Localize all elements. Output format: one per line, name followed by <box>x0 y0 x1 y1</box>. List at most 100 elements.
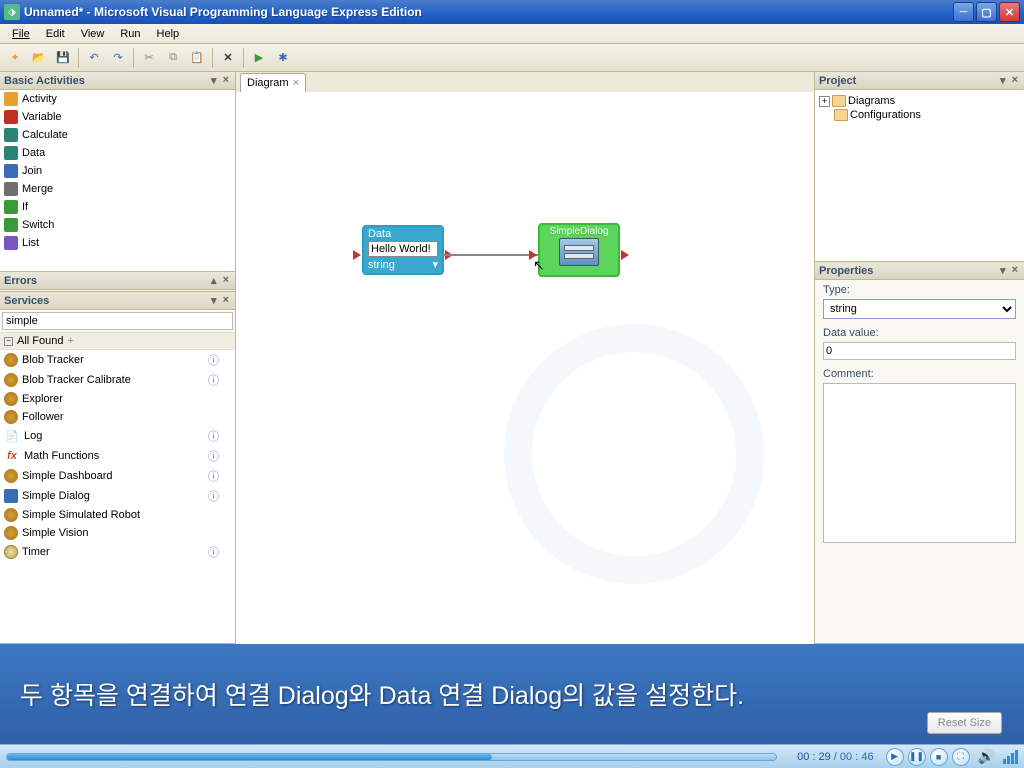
type-select[interactable]: string <box>823 299 1016 319</box>
info-icon[interactable]: ⓘ <box>208 352 219 368</box>
connection-line[interactable] <box>442 254 540 256</box>
data-type-label[interactable]: string▾ <box>364 257 442 272</box>
activity-item[interactable]: If <box>0 198 235 216</box>
volume-bars[interactable] <box>1003 750 1018 764</box>
copy-button[interactable]: ⧉ <box>162 47 184 69</box>
simple-dialog-node[interactable]: SimpleDialog <box>538 223 620 277</box>
panel-close-icon[interactable]: × <box>221 274 231 287</box>
basic-activities-header: Basic Activities ▾ × <box>0 72 235 90</box>
diagram-canvas[interactable]: Data string▾ SimpleDialog ↖ <box>236 92 814 644</box>
activity-icon <box>4 92 18 106</box>
menu-run[interactable]: Run <box>112 26 148 42</box>
window-title: Unnamed* - Microsoft Visual Programming … <box>24 5 953 19</box>
tree-item-configurations[interactable]: Configurations <box>819 108 1020 122</box>
paste-button[interactable]: 📋 <box>186 47 208 69</box>
activity-item[interactable]: Merge <box>0 180 235 198</box>
service-item[interactable]: Timerⓘ <box>0 542 235 562</box>
service-item[interactable]: Simple Vision <box>0 524 235 542</box>
service-item[interactable]: fxMath Functionsⓘ <box>0 446 235 466</box>
info-icon[interactable]: ⓘ <box>208 488 219 504</box>
service-item[interactable]: Blob Tracker Calibrateⓘ <box>0 370 235 390</box>
info-icon[interactable]: ⓘ <box>208 468 219 484</box>
panel-dropdown-icon[interactable]: ▾ <box>998 74 1008 87</box>
folder-icon <box>834 109 848 121</box>
port-out-icon[interactable] <box>621 250 629 260</box>
timer-icon <box>4 545 18 559</box>
menu-view[interactable]: View <box>73 26 113 42</box>
menu-help[interactable]: Help <box>149 26 188 42</box>
stop-button[interactable]: ■ <box>930 748 948 766</box>
new-button[interactable]: ✦ <box>4 47 26 69</box>
panel-close-icon[interactable]: × <box>1010 264 1020 277</box>
save-button[interactable]: 💾 <box>52 47 74 69</box>
gear-icon <box>4 508 18 522</box>
info-icon[interactable]: ⓘ <box>208 372 219 388</box>
progress-bar[interactable] <box>6 753 777 761</box>
datavalue-input[interactable] <box>823 342 1016 360</box>
fullscreen-button[interactable]: ⛶ <box>952 748 970 766</box>
activity-item[interactable]: List <box>0 234 235 252</box>
panel-dropdown-icon[interactable]: ▴ <box>209 274 219 287</box>
panel-close-icon[interactable]: × <box>221 294 231 307</box>
comment-textarea[interactable] <box>823 383 1016 543</box>
activity-item[interactable]: Data <box>0 144 235 162</box>
debug-button[interactable]: ✱ <box>272 47 294 69</box>
data-node[interactable]: Data string▾ <box>362 225 444 275</box>
services-header: Services ▾× <box>0 292 235 310</box>
activity-item[interactable]: Switch <box>0 216 235 234</box>
maximize-button[interactable]: ▢ <box>976 2 997 22</box>
services-group-header[interactable]: − All Found + <box>0 333 235 350</box>
log-icon: 📄 <box>4 428 20 444</box>
info-icon[interactable]: ⓘ <box>208 428 219 444</box>
tree-item-diagrams[interactable]: + Diagrams <box>819 94 1020 108</box>
delete-button[interactable]: ✕ <box>217 47 239 69</box>
redo-button[interactable]: ↷ <box>107 47 129 69</box>
info-icon[interactable]: ⓘ <box>208 448 219 464</box>
close-button[interactable]: ✕ <box>999 2 1020 22</box>
panel-close-icon[interactable]: × <box>1010 74 1020 87</box>
activity-item[interactable]: Variable <box>0 108 235 126</box>
minimize-button[interactable]: ─ <box>953 2 974 22</box>
service-item[interactable]: 📄Logⓘ <box>0 426 235 446</box>
expander-icon[interactable]: + <box>819 96 830 107</box>
chevron-down-icon: ▾ <box>432 258 438 271</box>
open-button[interactable]: 📂 <box>28 47 50 69</box>
run-button[interactable]: ▶ <box>248 47 270 69</box>
menu-file[interactable]: File <box>4 26 38 42</box>
panel-close-icon[interactable]: × <box>221 74 231 87</box>
tab-diagram[interactable]: Diagram × <box>240 73 306 92</box>
service-item[interactable]: Blob Trackerⓘ <box>0 350 235 370</box>
tab-close-icon[interactable]: × <box>293 77 299 89</box>
cut-button[interactable]: ✂ <box>138 47 160 69</box>
undo-button[interactable]: ↶ <box>83 47 105 69</box>
comment-label: Comment: <box>823 368 1016 380</box>
service-item[interactable]: Explorer <box>0 390 235 408</box>
activity-item[interactable]: Calculate <box>0 126 235 144</box>
service-item[interactable]: Simple Dialogⓘ <box>0 486 235 506</box>
project-tree: + Diagrams Configurations <box>815 90 1024 261</box>
join-icon <box>4 164 18 178</box>
info-icon[interactable]: ⓘ <box>208 544 219 560</box>
folder-icon <box>832 95 846 107</box>
play-button[interactable]: ▶ <box>886 748 904 766</box>
errors-header[interactable]: Errors ▴× <box>0 272 235 290</box>
service-item[interactable]: Follower <box>0 408 235 426</box>
panel-dropdown-icon[interactable]: ▾ <box>998 264 1008 277</box>
panel-dropdown-icon[interactable]: ▾ <box>209 294 219 307</box>
merge-icon <box>4 182 18 196</box>
port-in-icon[interactable] <box>353 250 361 260</box>
pause-button[interactable]: ❚❚ <box>908 748 926 766</box>
data-value-input[interactable] <box>368 241 438 257</box>
activity-item[interactable]: Activity <box>0 90 235 108</box>
data-icon <box>4 146 18 160</box>
service-item[interactable]: Simple Dashboardⓘ <box>0 466 235 486</box>
activity-item[interactable]: Join <box>0 162 235 180</box>
service-item[interactable]: Simple Simulated Robot <box>0 506 235 524</box>
services-search-input[interactable] <box>2 312 233 330</box>
menu-edit[interactable]: Edit <box>38 26 73 42</box>
reset-size-button[interactable]: Reset Size <box>927 712 1002 734</box>
switch-icon <box>4 218 18 232</box>
panel-dropdown-icon[interactable]: ▾ <box>209 74 219 87</box>
type-label: Type: <box>823 284 1016 296</box>
volume-icon[interactable]: 🔊 <box>978 748 995 765</box>
